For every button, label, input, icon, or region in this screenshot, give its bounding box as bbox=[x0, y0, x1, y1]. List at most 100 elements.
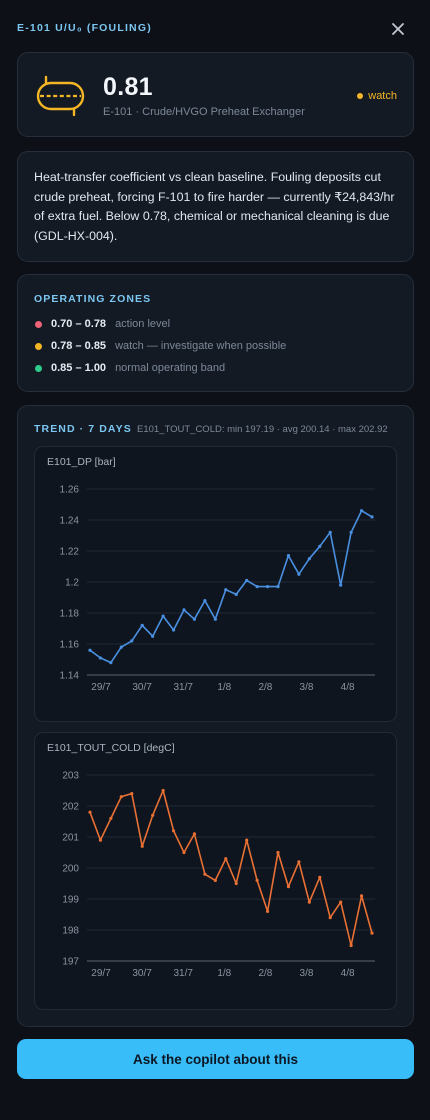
data-point bbox=[339, 900, 343, 904]
x-tick-label: 29/7 bbox=[91, 968, 111, 979]
zone-range: 0.78 – 0.85 bbox=[51, 340, 107, 352]
data-point bbox=[286, 554, 291, 558]
zone-range: 0.85 – 1.00 bbox=[51, 362, 107, 374]
data-point bbox=[119, 795, 123, 799]
status-badge: watch bbox=[357, 90, 397, 102]
data-point bbox=[213, 617, 217, 621]
data-point bbox=[297, 860, 301, 864]
operating-zones-card: OPERATING ZONES 0.70 – 0.78 action level… bbox=[17, 274, 414, 392]
zone-range: 0.70 – 0.78 bbox=[51, 318, 107, 330]
zone-row-watch: 0.78 – 0.85 watch — investigate when pos… bbox=[35, 340, 286, 352]
data-point bbox=[98, 838, 103, 842]
y-tick-label: 197 bbox=[62, 957, 79, 968]
close-icon bbox=[392, 23, 404, 35]
y-tick-label: 200 bbox=[62, 864, 79, 875]
data-point bbox=[224, 857, 228, 861]
data-point bbox=[276, 585, 280, 589]
data-point bbox=[318, 875, 322, 879]
data-point bbox=[370, 931, 374, 935]
data-point bbox=[234, 592, 238, 596]
chart-tout: E101_TOUT_COLD [degC] 203 202 201 200 199 198… bbox=[34, 732, 397, 1010]
data-point bbox=[98, 656, 103, 660]
trend-card: TREND · 7 DAYS E101_TOUT_COLD: min 197.1… bbox=[17, 405, 414, 1027]
zone-dot-red bbox=[35, 320, 42, 328]
y-tick-label: 1.18 bbox=[60, 609, 80, 620]
data-point bbox=[161, 788, 165, 793]
zone-label: action level bbox=[115, 318, 171, 330]
heat-exchanger-icon bbox=[36, 75, 85, 117]
kpi-card: 0.81 E-101 · Crude/HVGO Preheat Exchange… bbox=[17, 52, 414, 137]
zone-label: watch — investigate when possible bbox=[115, 340, 287, 352]
y-tick-label: 1.22 bbox=[60, 547, 80, 558]
y-tick-label: 1.16 bbox=[60, 640, 80, 651]
data-point bbox=[161, 614, 165, 618]
data-point bbox=[203, 872, 207, 876]
data-point bbox=[328, 530, 332, 534]
zone-label: normal operating band bbox=[115, 362, 226, 374]
x-tick-label: 29/7 bbox=[91, 682, 111, 693]
description-text: Heat-transfer coefficient vs clean basel… bbox=[34, 170, 395, 243]
data-point bbox=[151, 634, 155, 638]
x-tick-label: 2/8 bbox=[258, 968, 272, 979]
data-point bbox=[130, 639, 134, 643]
x-tick-label: 31/7 bbox=[173, 682, 193, 693]
x-tick-label: 4/8 bbox=[341, 968, 355, 979]
y-tick-label: 1.26 bbox=[60, 485, 80, 496]
data-point bbox=[297, 572, 301, 576]
data-point bbox=[265, 585, 270, 589]
y-tick-label: 199 bbox=[62, 895, 79, 906]
data-point bbox=[140, 844, 144, 848]
x-tick-label: 2/8 bbox=[258, 682, 272, 693]
x-tick-label: 3/8 bbox=[300, 682, 314, 693]
data-point bbox=[349, 530, 353, 534]
data-point bbox=[359, 894, 364, 898]
data-point bbox=[151, 813, 155, 817]
data-point bbox=[88, 648, 92, 652]
data-point bbox=[192, 617, 197, 621]
x-tick-label: 30/7 bbox=[132, 968, 152, 979]
zone-dot-yellow bbox=[35, 342, 42, 350]
zones-title: OPERATING ZONES bbox=[34, 293, 152, 305]
x-tick-label: 3/8 bbox=[300, 968, 314, 979]
data-point bbox=[192, 832, 197, 836]
data-point bbox=[171, 829, 176, 833]
description-card: Heat-transfer coefficient vs clean basel… bbox=[17, 151, 414, 262]
data-point bbox=[182, 608, 186, 612]
close-button[interactable] bbox=[388, 19, 408, 39]
chart-dp: E101_DP [bar] 1.26 1.24 1.22 1.2 1.18 1.16 1.1… bbox=[34, 446, 397, 722]
data-point bbox=[265, 909, 270, 913]
panel-title: E-101 U/U₀ (FOULING) bbox=[17, 22, 152, 34]
data-point bbox=[119, 645, 123, 649]
x-tick-label: 1/8 bbox=[217, 968, 231, 979]
status-dot bbox=[357, 93, 364, 99]
chart-tout-plot: 203 202 201 200 199 198 197 29/7 30/7 31/7 1/8 2/8 3… bbox=[62, 771, 375, 979]
data-point bbox=[245, 838, 249, 842]
ask-copilot-button[interactable]: Ask the copilot about this bbox=[17, 1039, 414, 1079]
data-point bbox=[276, 850, 280, 855]
trend-title: TREND · 7 DAYS bbox=[34, 423, 132, 435]
y-tick-label: 1.2 bbox=[65, 578, 79, 589]
y-tick-label: 202 bbox=[62, 802, 79, 813]
data-point bbox=[286, 885, 291, 889]
data-point bbox=[328, 916, 332, 920]
x-tick-label: 30/7 bbox=[132, 682, 152, 693]
data-point bbox=[213, 878, 217, 882]
y-tick-label: 203 bbox=[62, 771, 79, 782]
x-tick-label: 4/8 bbox=[341, 682, 355, 693]
data-point bbox=[255, 585, 259, 589]
trend-stats: E101_TOUT_COLD: min 197.19 · avg 200.14 … bbox=[137, 424, 388, 435]
data-point bbox=[88, 810, 92, 814]
y-tick-label: 201 bbox=[62, 833, 79, 844]
chart-dp-plot: 1.26 1.24 1.22 1.2 1.18 1.16 1.14 29/7 30/7 31/7 1… bbox=[60, 485, 375, 693]
zone-row-action: 0.70 – 0.78 action level bbox=[35, 318, 170, 330]
y-tick-label: 1.14 bbox=[60, 671, 80, 682]
data-point bbox=[307, 557, 311, 561]
data-point bbox=[255, 878, 259, 882]
y-tick-label: 1.24 bbox=[60, 516, 80, 527]
data-point bbox=[171, 628, 176, 632]
data-point bbox=[203, 599, 207, 603]
kpi-value: 0.81 bbox=[103, 73, 153, 101]
data-point bbox=[318, 544, 322, 548]
data-point bbox=[109, 816, 113, 820]
data-point bbox=[140, 623, 144, 627]
